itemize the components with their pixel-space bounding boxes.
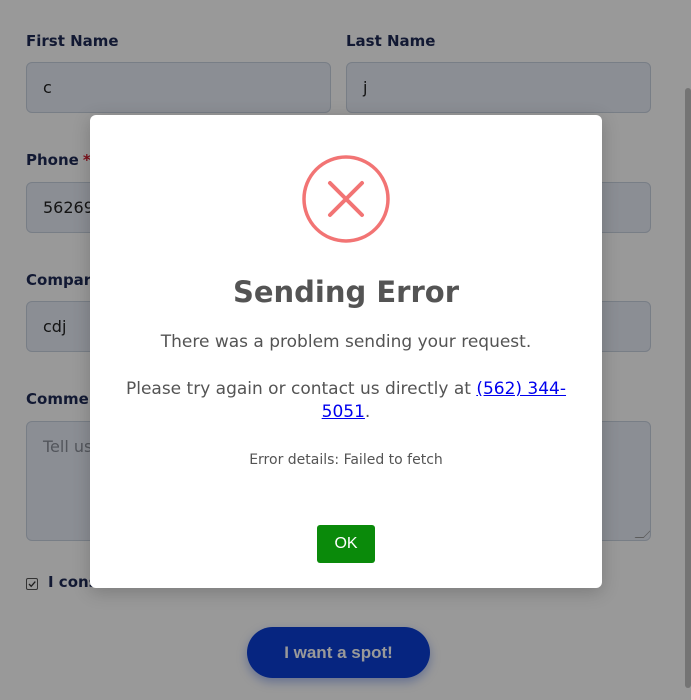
contact-prefix: Please try again or contact us directly …	[125, 379, 477, 399]
contact-suffix: .	[364, 402, 371, 422]
error-x-circle-icon	[302, 155, 390, 243]
ok-button[interactable]: OK	[317, 525, 375, 563]
error-dialog: Sending Error There was a problem sendin…	[90, 115, 602, 588]
dialog-message: There was a problem sending your request…	[160, 332, 532, 352]
error-details: Error details: Failed to fetch	[249, 452, 443, 468]
dialog-contact-text: Please try again or contact us directly …	[120, 378, 572, 424]
dialog-title: Sending Error	[232, 275, 460, 309]
